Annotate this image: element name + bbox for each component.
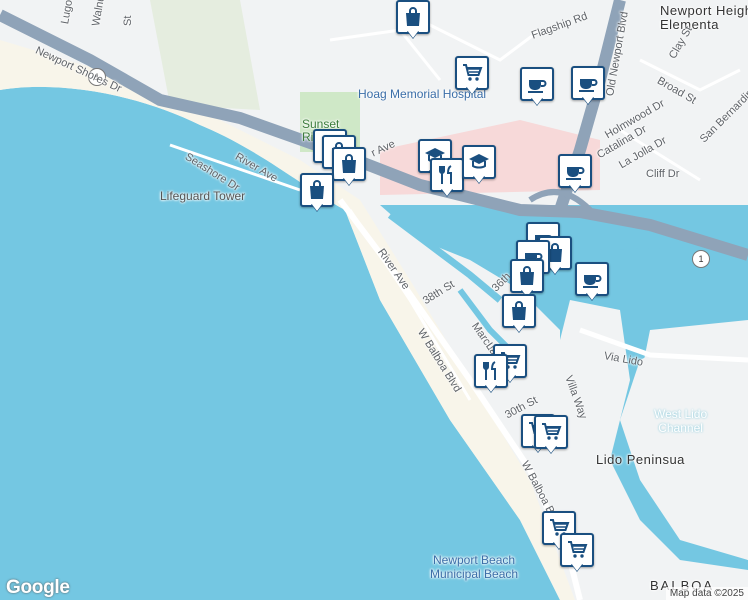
- cart-icon: [534, 415, 568, 449]
- map-marker-grocery[interactable]: [455, 56, 489, 96]
- marker-pointer: [466, 86, 478, 94]
- poi-label-lifeguard-tower[interactable]: Lifeguard Tower: [160, 189, 245, 203]
- area-label-lido-peninsula: Lido Peninsua: [596, 452, 685, 467]
- marker-pointer: [531, 97, 543, 105]
- shopping-bag-icon: [300, 173, 334, 207]
- map-marker-shopping[interactable]: [300, 173, 334, 213]
- street-label-st-top: St: [122, 15, 134, 26]
- marker-pointer: [407, 30, 419, 38]
- map-marker-shopping[interactable]: [396, 0, 430, 40]
- coffee-icon: [575, 262, 609, 296]
- map-marker-shopping[interactable]: [332, 147, 366, 187]
- cart-icon: [455, 56, 489, 90]
- marker-pointer: [549, 266, 561, 274]
- shopping-bag-icon: [332, 147, 366, 181]
- shopping-bag-icon: [502, 294, 536, 328]
- cart-icon: [560, 533, 594, 567]
- map-marker-cafe[interactable]: [520, 67, 554, 107]
- map-marker-school[interactable]: [462, 145, 496, 185]
- map-marker-grocery[interactable]: [560, 533, 594, 573]
- marker-pointer: [545, 445, 557, 453]
- marker-pointer: [586, 292, 598, 300]
- marker-pointer: [473, 175, 485, 183]
- map-marker-shopping[interactable]: [510, 259, 544, 299]
- map-marker-cafe[interactable]: [558, 154, 592, 194]
- marker-pointer: [569, 184, 581, 192]
- map-canvas[interactable]: 1 1 Lugo Walnu St Newport Shores Dr Flag…: [0, 0, 748, 600]
- map-marker-grocery[interactable]: [534, 415, 568, 455]
- water-label-west-lido-channel: West Lido Channel: [654, 407, 708, 435]
- coffee-icon: [571, 66, 605, 100]
- shopping-bag-icon: [396, 0, 430, 34]
- map-attribution[interactable]: Map data ©2025: [665, 587, 748, 600]
- marker-pointer: [311, 203, 323, 211]
- coffee-icon: [558, 154, 592, 188]
- map-marker-restaurant[interactable]: [430, 158, 464, 198]
- route-1-shield-east: 1: [692, 250, 710, 268]
- marker-pointer: [582, 96, 594, 104]
- restaurant-icon: [474, 354, 508, 388]
- marker-pointer: [485, 384, 497, 392]
- marker-pointer: [513, 324, 525, 332]
- map-marker-shopping[interactable]: [502, 294, 536, 334]
- map-marker-cafe[interactable]: [571, 66, 605, 106]
- street-label-cliff-dr: Cliff Dr: [646, 168, 680, 180]
- poi-label-newport-beach-municipal[interactable]: Newport Beach Municipal Beach: [430, 553, 518, 581]
- school-icon: [462, 145, 496, 179]
- coffee-icon: [520, 67, 554, 101]
- green-strip: [150, 0, 260, 110]
- marker-pointer: [441, 188, 453, 196]
- shopping-bag-icon: [510, 259, 544, 293]
- poi-label-newport-heights-elementary: Newport Heigh Elementa: [660, 3, 748, 32]
- restaurant-icon: [430, 158, 464, 192]
- map-marker-cafe[interactable]: [575, 262, 609, 302]
- map-marker-restaurant[interactable]: [474, 354, 508, 394]
- google-logo: Google: [6, 577, 70, 598]
- marker-pointer: [571, 563, 583, 571]
- marker-pointer: [343, 177, 355, 185]
